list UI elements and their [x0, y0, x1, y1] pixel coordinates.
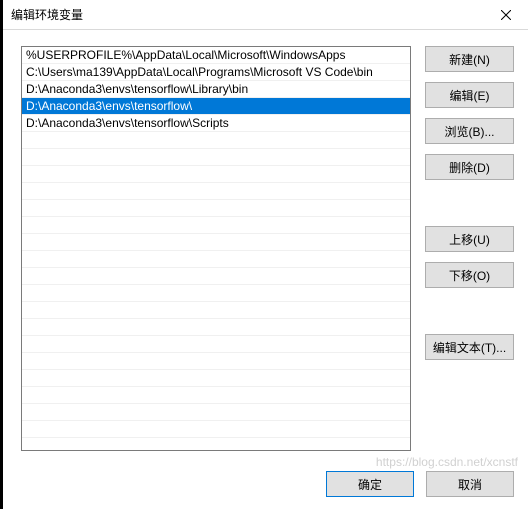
list-item[interactable] — [22, 217, 410, 234]
new-button[interactable]: 新建(N) — [425, 46, 514, 72]
moveup-button[interactable]: 上移(U) — [425, 226, 514, 252]
ok-button[interactable]: 确定 — [326, 471, 414, 497]
side-buttons: 新建(N) 编辑(E) 浏览(B)... 删除(D) 上移(U) 下移(O) 编… — [425, 46, 514, 451]
list-item[interactable]: D:\Anaconda3\envs\tensorflow\ — [22, 98, 410, 115]
dialog-footer: 确定 取消 — [3, 461, 528, 509]
list-item[interactable] — [22, 404, 410, 421]
list-item[interactable] — [22, 421, 410, 438]
window-title: 编辑环境变量 — [11, 6, 83, 23]
list-item[interactable] — [22, 387, 410, 404]
browse-button[interactable]: 浏览(B)... — [425, 118, 514, 144]
list-item[interactable]: %USERPROFILE%\AppData\Local\Microsoft\Wi… — [22, 47, 410, 64]
list-item[interactable] — [22, 268, 410, 285]
list-item[interactable] — [22, 183, 410, 200]
list-item[interactable] — [22, 251, 410, 268]
list-item[interactable] — [22, 438, 410, 451]
list-item[interactable] — [22, 319, 410, 336]
list-item[interactable] — [22, 132, 410, 149]
close-icon — [501, 10, 511, 20]
path-list[interactable]: %USERPROFILE%\AppData\Local\Microsoft\Wi… — [21, 46, 411, 451]
list-item[interactable]: D:\Anaconda3\envs\tensorflow\Library\bin — [22, 81, 410, 98]
list-item[interactable] — [22, 166, 410, 183]
list-item[interactable] — [22, 353, 410, 370]
list-item[interactable]: C:\Users\ma139\AppData\Local\Programs\Mi… — [22, 64, 410, 81]
dialog-content: %USERPROFILE%\AppData\Local\Microsoft\Wi… — [3, 30, 528, 461]
titlebar: 编辑环境变量 — [3, 0, 528, 30]
list-item[interactable] — [22, 285, 410, 302]
list-item[interactable] — [22, 149, 410, 166]
edittext-button[interactable]: 编辑文本(T)... — [425, 334, 514, 360]
delete-button[interactable]: 删除(D) — [425, 154, 514, 180]
close-button[interactable] — [483, 0, 528, 30]
list-item[interactable] — [22, 234, 410, 251]
list-item[interactable] — [22, 302, 410, 319]
list-item[interactable] — [22, 370, 410, 387]
movedown-button[interactable]: 下移(O) — [425, 262, 514, 288]
list-item[interactable]: D:\Anaconda3\envs\tensorflow\Scripts — [22, 115, 410, 132]
list-item[interactable] — [22, 200, 410, 217]
cancel-button[interactable]: 取消 — [426, 471, 514, 497]
edit-button[interactable]: 编辑(E) — [425, 82, 514, 108]
list-item[interactable] — [22, 336, 410, 353]
